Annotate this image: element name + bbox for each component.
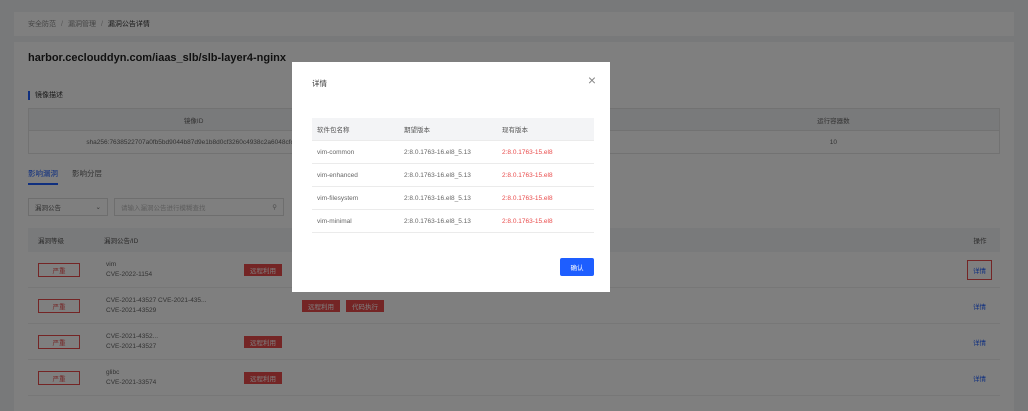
expected-version: 2:8.0.1763-16.el8_5.13 xyxy=(404,148,471,156)
current-version: 2:8.0.1763-15.el8 xyxy=(502,171,553,179)
close-icon[interactable]: × xyxy=(588,72,596,88)
confirm-button[interactable]: 确认 xyxy=(560,258,594,276)
package-name: vim-filesystem xyxy=(317,194,359,202)
expected-version: 2:8.0.1763-16.el8_5.13 xyxy=(404,171,471,179)
package-name: vim-common xyxy=(317,148,355,156)
package-name: vim-enhanced xyxy=(317,171,358,179)
expected-version: 2:8.0.1763-16.el8_5.13 xyxy=(404,194,471,202)
current-version: 2:8.0.1763-15.el8 xyxy=(502,148,553,156)
table-row: vim-filesystem 2:8.0.1763-16.el8_5.13 2:… xyxy=(312,187,594,210)
table-row: vim-minimal 2:8.0.1763-16.el8_5.13 2:8.0… xyxy=(312,210,594,233)
modal-title: 详情 xyxy=(312,79,327,88)
header-current-version: 现有版本 xyxy=(502,127,528,134)
package-table: 软件包名称 期望版本 现有版本 vim-common 2:8.0.1763-16… xyxy=(312,118,594,233)
header-package-name: 软件包名称 xyxy=(317,127,350,134)
detail-modal: 详情 × 软件包名称 期望版本 现有版本 vim-common 2:8.0.17… xyxy=(292,62,610,292)
package-table-header: 软件包名称 期望版本 现有版本 xyxy=(312,118,594,141)
header-expected-version: 期望版本 xyxy=(404,127,430,134)
page: 安全防范 / 漏洞管理 / 漏洞公告详情 harbor.ceclouddyn.c… xyxy=(0,0,1028,411)
expected-version: 2:8.0.1763-16.el8_5.13 xyxy=(404,217,471,225)
current-version: 2:8.0.1763-15.el8 xyxy=(502,194,553,202)
table-row: vim-common 2:8.0.1763-16.el8_5.13 2:8.0.… xyxy=(312,141,594,164)
current-version: 2:8.0.1763-15.el8 xyxy=(502,217,553,225)
table-row: vim-enhanced 2:8.0.1763-16.el8_5.13 2:8.… xyxy=(312,164,594,187)
package-name: vim-minimal xyxy=(317,217,352,225)
